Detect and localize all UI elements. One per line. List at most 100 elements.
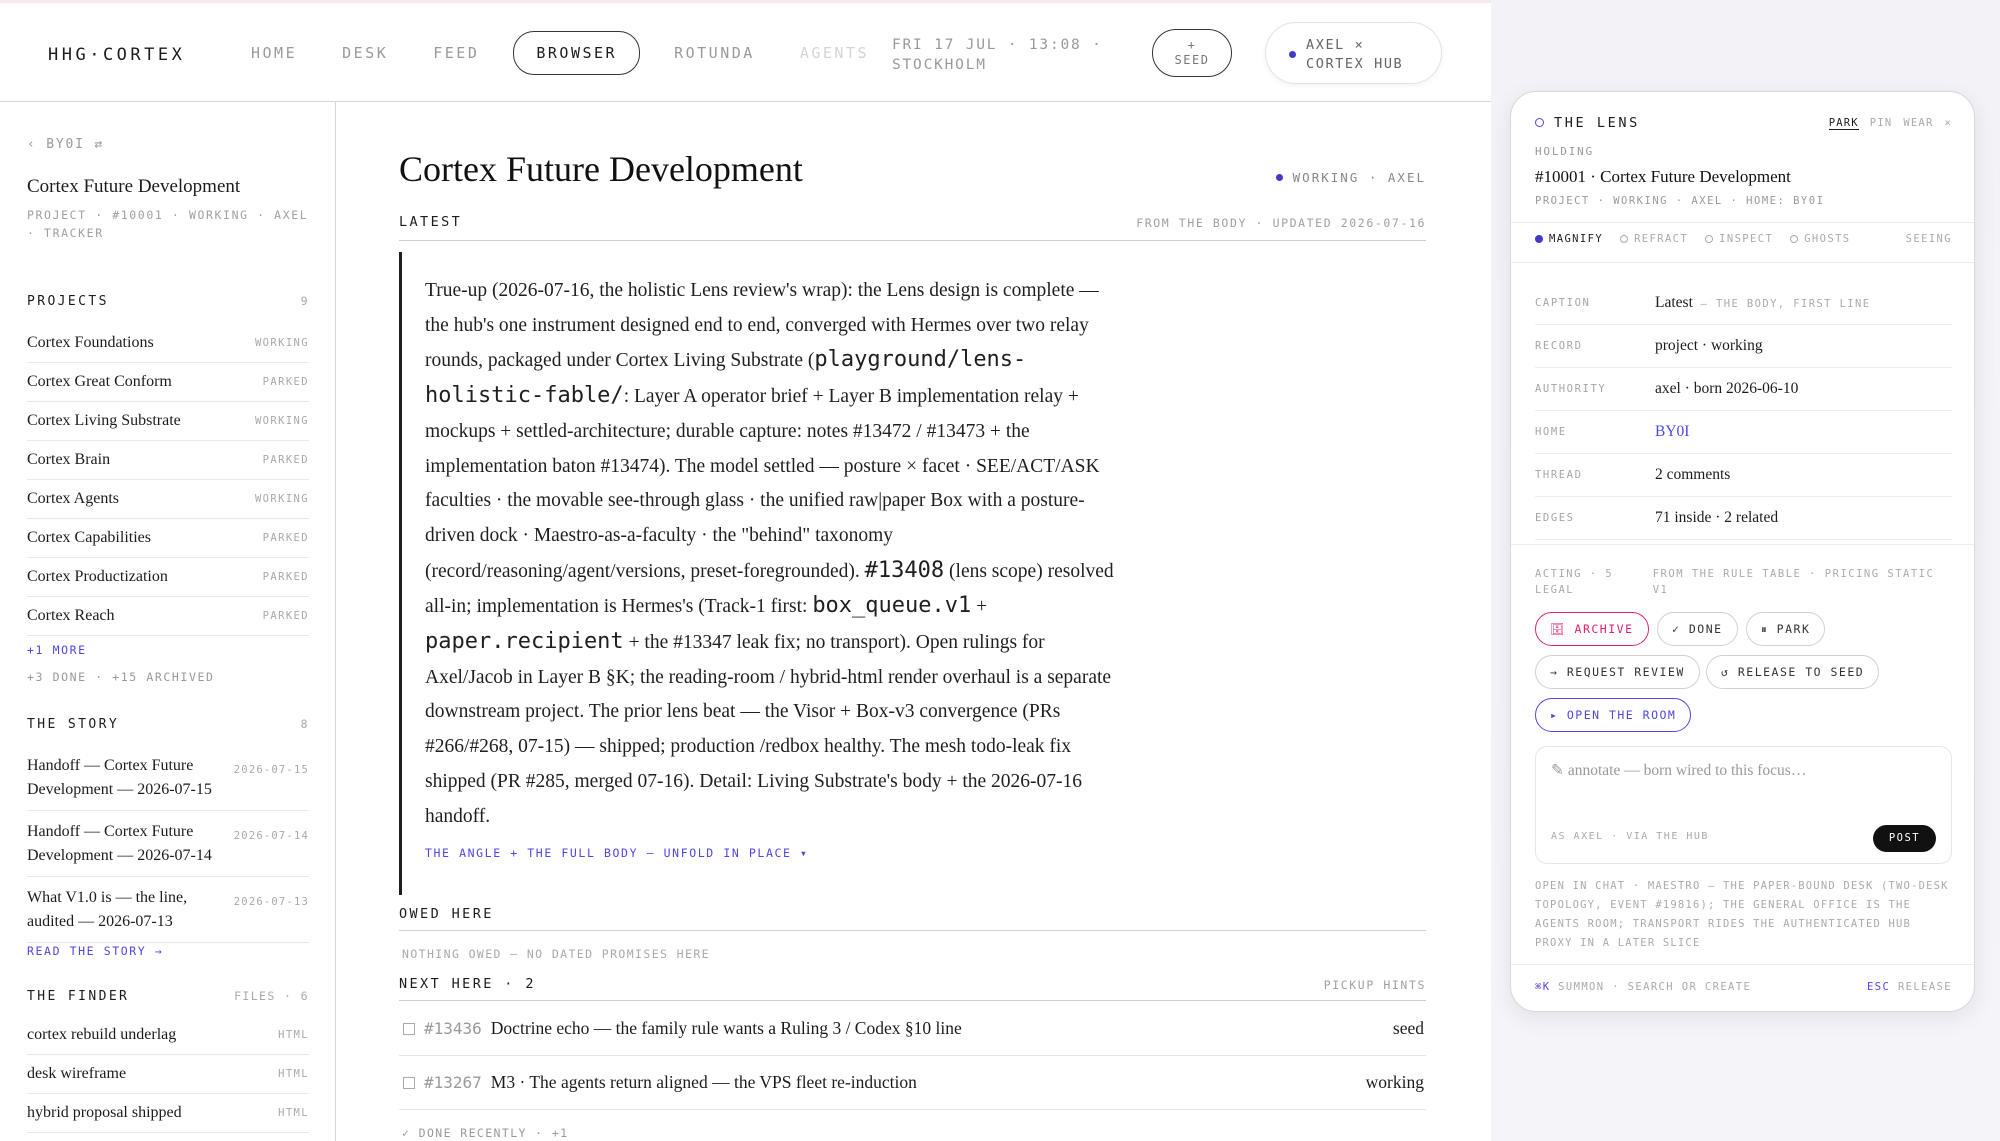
status-text: WORKING · AXEL <box>1292 170 1426 185</box>
release-text: RELEASE <box>1890 981 1952 993</box>
tab-wear[interactable]: WEAR <box>1903 117 1933 130</box>
clock-time: FRI 17 JUL · 13:08 · <box>892 37 1103 53</box>
radio-icon <box>1620 235 1629 243</box>
list-item[interactable]: Handoff — Cortex Future Development — 20… <box>27 745 309 811</box>
list-item[interactable]: Handoff — Cortex Future Development — 20… <box>27 811 309 877</box>
field-key: RECORD <box>1535 340 1583 352</box>
checkbox[interactable] <box>403 1076 415 1089</box>
story-list: Handoff — Cortex Future Development — 20… <box>27 745 309 943</box>
status-badge: WORKING · AXEL <box>1275 170 1426 185</box>
unfold-link[interactable]: THE ANGLE + THE FULL BODY — UNFOLD IN PL… <box>425 846 1119 860</box>
checkbox[interactable] <box>403 1022 415 1035</box>
brand-logo[interactable]: HHG·CORTEX <box>48 45 185 65</box>
list-item[interactable]: cortex rebuild underlag HTML <box>27 1016 309 1055</box>
post-button[interactable]: POST <box>1873 825 1936 852</box>
tab-pin[interactable]: PIN <box>1870 117 1893 130</box>
home-link[interactable]: BY0I <box>1655 423 1689 441</box>
nav-home[interactable]: HOME <box>240 32 308 74</box>
nav-browser[interactable]: BROWSER <box>513 31 641 75</box>
top-bar: HHG·CORTEX HOME DESK FEED BROWSER ROTUND… <box>0 3 1491 102</box>
finder-header: THE FINDER FILES · 6 <box>27 989 309 1004</box>
list-item[interactable]: Cortex Brain PARKED <box>27 441 309 480</box>
done-recently-link[interactable]: ✓ DONE RECENTLY · +1 <box>402 1126 568 1140</box>
story-date: 2026-07-15 <box>233 764 309 776</box>
field-authority: AUTHORITY axel · born 2026-06-10 <box>1535 368 1952 411</box>
close-icon[interactable]: × <box>1944 117 1952 130</box>
latest-meta: FROM THE BODY · UPDATED 2026-07-16 <box>1136 216 1426 230</box>
shortcut-key: ESC <box>1867 981 1891 993</box>
lens-panel: THE LENS PARK PIN WEAR × HOLDING #10001 … <box>1510 91 1975 1012</box>
mode-refract[interactable]: REFRACT <box>1620 233 1688 245</box>
project-name: Cortex Productization <box>27 568 168 585</box>
list-item[interactable]: Cortex Productization PARKED <box>27 558 309 597</box>
mode-ghosts[interactable]: GHOSTS <box>1790 233 1850 245</box>
story-count: 8 <box>300 717 309 731</box>
lens-focus-meta: PROJECT · WORKING · AXEL · HOME: BY0I <box>1535 195 1825 207</box>
lens-ring-icon <box>1535 118 1544 127</box>
read-story-link[interactable]: READ THE STORY → <box>27 944 163 958</box>
field-key: HOME <box>1535 426 1567 438</box>
acting-label: ACTING · 5 LEGAL <box>1535 568 1614 596</box>
nav-agents[interactable]: AGENTS <box>789 32 880 74</box>
status-dot-icon <box>1275 174 1283 181</box>
file-type: HTML <box>278 1068 309 1080</box>
project-status: PARKED <box>262 376 309 388</box>
body-code: #13408 <box>864 557 945 583</box>
list-item[interactable]: Cortex Great Conform PARKED <box>27 363 309 402</box>
list-item[interactable]: Cortex Capabilities PARKED <box>27 519 309 558</box>
park-button[interactable]: ⏸ PARK <box>1746 612 1826 646</box>
field-value: 71 inside · 2 related <box>1655 509 1779 526</box>
left-sidebar: ‹ BY0I ⇄ Cortex Future Development PROJE… <box>0 102 336 1141</box>
back-link[interactable]: ‹ BY0I ⇄ <box>27 137 104 152</box>
release-hint[interactable]: ESC RELEASE <box>1867 981 1952 993</box>
list-item[interactable]: desk wireframe HTML <box>27 1055 309 1094</box>
lens-focus-title: #10001 · Cortex Future Development <box>1535 167 1791 186</box>
nav-feed[interactable]: FEED <box>422 32 490 74</box>
nav-desk[interactable]: DESK <box>331 32 399 74</box>
file-type: HTML <box>278 1029 309 1041</box>
table-row[interactable]: #13267 M3 · The agents return aligned — … <box>399 1056 1426 1110</box>
list-item[interactable]: hybrid proposal shipped HTML <box>27 1094 309 1133</box>
list-item[interactable]: Cortex Foundations WORKING <box>27 324 309 363</box>
project-name: Cortex Great Conform <box>27 373 172 390</box>
next-meta: PICKUP HINTS <box>1323 978 1426 992</box>
done-archived-link[interactable]: +3 DONE · +15 ARCHIVED <box>27 670 215 684</box>
more-projects-link[interactable]: +1 MORE <box>27 643 87 657</box>
release-to-seed-button[interactable]: ↺ RELEASE TO SEED <box>1706 655 1880 689</box>
holding-label: HOLDING <box>1535 145 1594 158</box>
lens-footnote: OPEN IN CHAT · MAESTRO — THE PAPER-BOUND… <box>1535 880 1949 949</box>
table-row[interactable]: #13436 Doctrine echo — the family rule w… <box>399 1002 1426 1056</box>
nav-rotunda[interactable]: ROTUNDA <box>663 32 766 74</box>
field-value: axel · born 2026-06-10 <box>1655 380 1799 397</box>
acting-source: FROM THE RULE TABLE · PRICING STATIC V1 <box>1652 568 1935 596</box>
mode-magnify[interactable]: MAGNIFY <box>1535 233 1603 245</box>
user-chip[interactable]: AXEL × CORTEX HUB <box>1265 22 1442 84</box>
field-note: — THE BODY, FIRST LINE <box>1692 298 1871 310</box>
list-item[interactable]: Cortex Reach PARKED <box>27 597 309 636</box>
request-review-button[interactable]: → REQUEST REVIEW <box>1535 655 1700 689</box>
list-item[interactable]: Cortex Living Substrate WORKING <box>27 402 309 441</box>
hub-name: CORTEX HUB <box>1306 56 1404 72</box>
seed-button[interactable]: + SEED <box>1152 29 1232 77</box>
file-type: HTML <box>278 1107 309 1119</box>
annotate-input[interactable]: ✎ annotate — born wired to this focus… <box>1551 761 1806 780</box>
projects-list: Cortex Foundations WORKING Cortex Great C… <box>27 324 309 636</box>
list-item[interactable]: Cortex Agents WORKING <box>27 480 309 519</box>
mode-inspect[interactable]: INSPECT <box>1705 233 1773 245</box>
tab-park[interactable]: PARK <box>1828 117 1859 130</box>
field-value: Latest — THE BODY, FIRST LINE <box>1655 294 1870 312</box>
project-status: WORKING <box>254 493 309 505</box>
open-room-button[interactable]: ▸ OPEN THE ROOM <box>1535 698 1692 732</box>
annotate-box[interactable]: ✎ annotate — born wired to this focus… A… <box>1535 746 1952 864</box>
field-edges: EDGES 71 inside · 2 related <box>1535 497 1952 540</box>
list-item[interactable]: What V1.0 is — the line, audited — 2026-… <box>27 877 309 943</box>
field-value: project · working <box>1655 337 1763 354</box>
shortcut-key: ⌘K <box>1535 981 1551 993</box>
latest-body: True-up (2026-07-16, the holistic Lens r… <box>399 252 1119 895</box>
archive-button[interactable]: 🗄 ARCHIVE <box>1535 612 1649 646</box>
done-button[interactable]: ✓ DONE <box>1657 612 1738 646</box>
acting-header: ACTING · 5 LEGAL FROM THE RULE TABLE · P… <box>1535 566 1952 598</box>
mode-label: GHOSTS <box>1804 233 1851 245</box>
summon-hint[interactable]: ⌘K SUMMON · SEARCH OR CREATE <box>1535 981 1751 993</box>
body-part: + <box>971 596 988 618</box>
